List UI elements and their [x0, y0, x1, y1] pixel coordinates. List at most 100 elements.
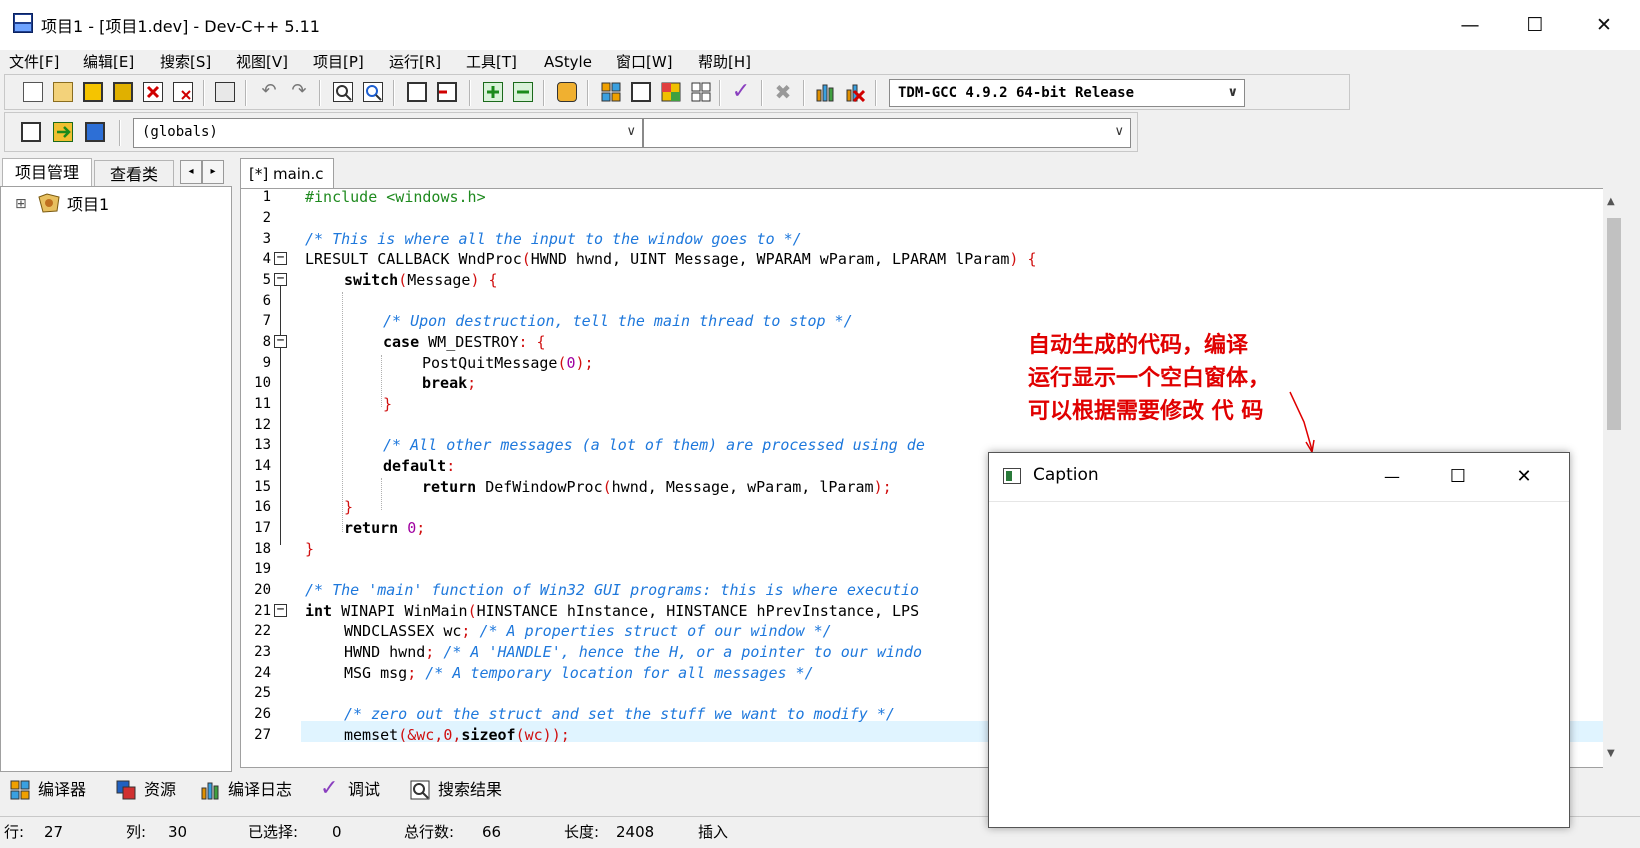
code-line: } — [344, 498, 354, 516]
code-line: /* zero out the struct and set the stuff… — [344, 705, 895, 723]
print-icon[interactable] — [215, 82, 235, 102]
line-number: 6 — [262, 293, 271, 309]
indent-icon[interactable] — [407, 82, 427, 102]
menu-file[interactable]: 文件[F] — [9, 50, 59, 74]
delete-profile-icon[interactable] — [845, 82, 866, 103]
scope-select-value: (globals) — [142, 124, 218, 140]
redo-icon[interactable]: ↷ — [289, 82, 309, 102]
caption-maximize-button[interactable]: ☐ — [1435, 461, 1481, 493]
scroll-down-icon[interactable]: ▼ — [1607, 748, 1615, 759]
code-line: return 0; — [344, 519, 426, 537]
secondary-toolbar: (globals) ∨ ∨ — [4, 112, 1138, 152]
profile-icon[interactable] — [815, 82, 835, 102]
menu-help[interactable]: 帮助[H] — [698, 50, 751, 74]
undo-icon[interactable]: ↶ — [259, 82, 279, 102]
maximize-button[interactable]: ☐ — [1512, 8, 1558, 42]
open-file-icon[interactable] — [53, 82, 73, 102]
line-number: 15 — [254, 479, 271, 495]
remove-from-project-icon[interactable] — [513, 82, 533, 102]
rebuild-icon[interactable] — [691, 82, 711, 102]
find-icon[interactable] — [333, 82, 353, 102]
code-line: int WINAPI WinMain(HINSTANCE hInstance, … — [305, 602, 920, 620]
tab-search-results[interactable]: 搜索结果 — [438, 776, 502, 804]
code-line: PostQuitMessage(0); — [422, 354, 594, 372]
menu-search[interactable]: 搜索[S] — [160, 50, 211, 74]
line-number: 4 — [262, 251, 271, 267]
menu-window[interactable]: 窗口[W] — [616, 50, 673, 74]
caption-minimize-button[interactable]: — — [1369, 461, 1415, 493]
line-number: 22 — [254, 623, 271, 639]
goto-definition-icon[interactable] — [53, 122, 73, 142]
menu-astyle[interactable]: AStyle — [544, 50, 592, 74]
tab-main-c[interactable]: [*] main.c — [240, 158, 334, 189]
fold-collapse-icon[interactable]: − — [274, 603, 287, 617]
scrollbar-thumb[interactable] — [1607, 218, 1621, 430]
tab-compiler[interactable]: 编译器 — [38, 776, 86, 804]
debug-icon: ✓ — [320, 776, 339, 801]
function-select[interactable]: ∨ — [643, 118, 1131, 148]
code-line: WNDCLASSEX wc; /* A properties struct of… — [344, 622, 832, 640]
caption-window[interactable]: Caption — ☐ ✕ — [988, 452, 1570, 828]
compiler-select-value: TDM-GCC 4.9.2 64-bit Release — [898, 85, 1135, 101]
line-number: 23 — [254, 644, 271, 660]
fold-collapse-icon[interactable]: − — [274, 334, 287, 348]
menu-run[interactable]: 运行[R] — [389, 50, 441, 74]
fold-collapse-icon[interactable]: − — [274, 272, 287, 286]
syntax-check-icon[interactable]: ✓ — [731, 81, 751, 103]
menu-edit[interactable]: 编辑[E] — [83, 50, 134, 74]
tab-resources[interactable]: 资源 — [144, 776, 176, 804]
fold-collapse-icon[interactable]: − — [274, 251, 287, 265]
chevron-down-icon: ∨ — [626, 124, 636, 139]
project-options-icon[interactable] — [557, 82, 577, 102]
line-number: 27 — [254, 727, 271, 743]
minimize-button[interactable]: — — [1447, 8, 1493, 42]
dev-cpp-icon — [13, 13, 33, 33]
line-number: 19 — [254, 561, 271, 577]
tab-project-manager[interactable]: 项目管理 — [2, 158, 92, 186]
save-icon[interactable] — [83, 82, 103, 102]
tab-class-browser[interactable]: 查看类 — [94, 160, 174, 188]
menu-project[interactable]: 项目[P] — [313, 50, 364, 74]
goto-declaration-icon[interactable] — [21, 122, 41, 142]
code-line: /* This is where all the input to the wi… — [305, 230, 802, 248]
compile-run-icon[interactable] — [661, 82, 681, 102]
code-line: switch(Message) { — [344, 271, 498, 289]
code-line: case WM_DESTROY: { — [383, 333, 546, 351]
code-line: break; — [422, 374, 477, 392]
save-all-icon[interactable] — [113, 82, 133, 102]
tree-item-project[interactable]: 项目1 — [67, 191, 109, 215]
tab-scroll-right-icon[interactable]: ▸ — [202, 160, 224, 184]
code-line: } — [305, 540, 315, 558]
resources-icon — [116, 780, 136, 800]
stop-icon[interactable]: ✖ — [773, 82, 793, 102]
unindent-icon[interactable] — [437, 82, 457, 102]
scroll-up-icon[interactable]: ▲ — [1607, 196, 1615, 207]
tab-scroll-left-icon[interactable]: ◂ — [180, 160, 202, 184]
status-selection-label: 已选择: — [248, 823, 299, 841]
replace-icon[interactable] — [363, 82, 383, 102]
caption-window-title-bar[interactable]: Caption — ☐ ✕ — [989, 453, 1569, 502]
compile-icon[interactable] — [601, 82, 621, 102]
expand-icon[interactable]: ⊞ — [15, 196, 27, 212]
close-file-icon[interactable] — [143, 82, 163, 102]
run-icon[interactable] — [631, 82, 651, 102]
tab-compile-log[interactable]: 编译日志 — [228, 776, 292, 804]
line-number: 10 — [254, 375, 271, 391]
annotation-arrow-icon — [1289, 391, 1315, 455]
code-line: memset(&wc,0,sizeof(wc)); — [344, 726, 570, 744]
close-button[interactable]: ✕ — [1581, 8, 1627, 42]
code-line: default: — [383, 457, 456, 475]
chevron-down-icon: ∨ — [1114, 124, 1124, 139]
menu-view[interactable]: 视图[V] — [236, 50, 288, 74]
compiler-select[interactable]: TDM-GCC 4.9.2 64-bit Release ∨ — [889, 79, 1245, 107]
tab-debug[interactable]: 调试 — [348, 776, 380, 804]
scope-select[interactable]: (globals) ∨ — [133, 118, 643, 148]
close-all-icon[interactable] — [173, 82, 193, 102]
code-line: HWND hwnd; /* A 'HANDLE', hence the H, o… — [344, 643, 922, 661]
annotation-line-1: 自动生成的代码，编译 — [1028, 332, 1249, 358]
menu-tools[interactable]: 工具[T] — [466, 50, 517, 74]
add-to-project-icon[interactable] — [483, 82, 503, 102]
new-file-icon[interactable] — [23, 82, 43, 102]
bookmark-icon[interactable] — [85, 122, 105, 142]
caption-close-button[interactable]: ✕ — [1501, 461, 1547, 493]
